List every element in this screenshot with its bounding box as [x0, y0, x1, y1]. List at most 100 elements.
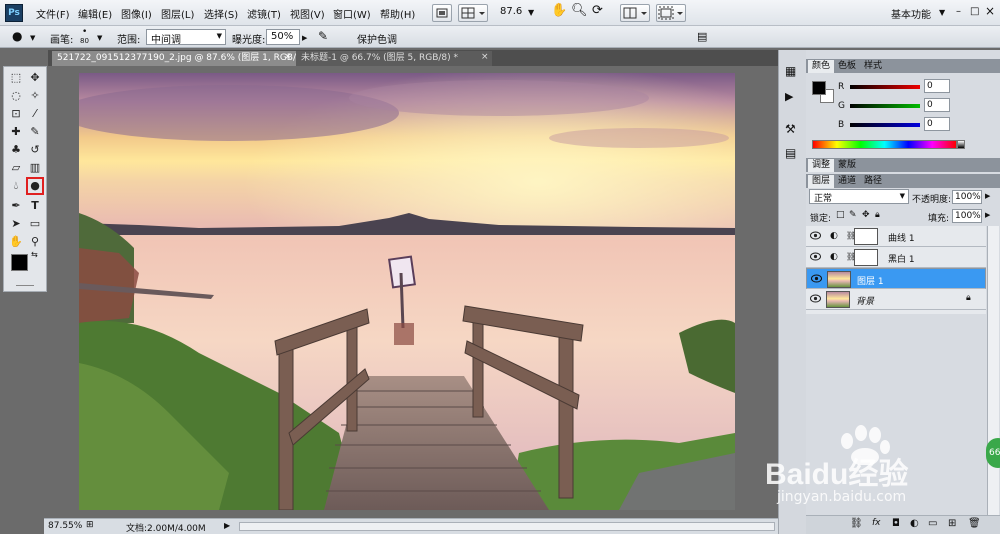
visibility-eye-icon[interactable]: [811, 274, 822, 283]
color-foreground-swatch[interactable]: [812, 81, 826, 95]
menu-help[interactable]: 帮助(H): [380, 6, 415, 21]
menu-edit[interactable]: 编辑(E): [78, 6, 112, 21]
swap-colors-icon[interactable]: ⇆: [31, 250, 38, 259]
minimize-button[interactable]: –: [956, 6, 961, 17]
panel-toggle-icon[interactable]: ▤: [697, 30, 707, 43]
chevron-right-icon[interactable]: ▶: [985, 192, 990, 200]
blur-tool-icon[interactable]: 💧︎: [7, 177, 25, 195]
menu-image[interactable]: 图像(I): [121, 6, 152, 21]
lock-all-icon[interactable]: 🔒︎: [875, 210, 880, 220]
rotate-view-icon[interactable]: ⟳: [592, 3, 603, 18]
tab-layers[interactable]: 图层: [808, 175, 835, 188]
tab-channels[interactable]: 通道: [834, 175, 860, 188]
menu-select[interactable]: 选择(S): [204, 6, 238, 21]
layer-row-layer-1[interactable]: 图层 1: [806, 268, 986, 289]
brush-tool-icon[interactable]: ✎: [26, 123, 44, 141]
link-layers-icon[interactable]: ⛓: [850, 518, 863, 529]
chevron-down-icon[interactable]: ▼: [97, 34, 102, 42]
path-selection-tool-icon[interactable]: ➤: [7, 215, 25, 233]
b-slider[interactable]: [850, 123, 920, 127]
menu-view[interactable]: 视图(V): [290, 6, 325, 21]
gradient-tool-icon[interactable]: ▥: [26, 159, 44, 177]
zoom-tool-icon[interactable]: ⚲: [26, 233, 44, 251]
b-value[interactable]: 0: [924, 117, 950, 131]
bridge-button[interactable]: [432, 4, 452, 22]
tab-adjustments[interactable]: 调整: [808, 159, 835, 172]
zoom-level[interactable]: 87.6: [500, 6, 522, 17]
lock-transparency-icon[interactable]: □: [836, 210, 845, 220]
quick-mask-button[interactable]: [16, 285, 34, 288]
tool-presets-panel-icon[interactable]: ⚒: [785, 122, 796, 136]
tab-close-icon[interactable]: ×: [284, 52, 292, 62]
color-spectrum-ramp[interactable]: [812, 140, 957, 149]
visibility-eye-icon[interactable]: [810, 294, 821, 303]
workspace-switcher[interactable]: 基本功能: [891, 6, 931, 21]
tab-styles[interactable]: 样式: [860, 60, 886, 73]
tab-color[interactable]: 颜色: [808, 60, 835, 73]
document-canvas-image[interactable]: [79, 73, 735, 510]
zoom-tool-icon[interactable]: 🔍︎: [571, 3, 588, 18]
chevron-down-icon[interactable]: ▼: [30, 34, 35, 42]
range-select[interactable]: 中间调 ▼: [146, 29, 226, 46]
shape-tool-icon[interactable]: ▭: [26, 215, 44, 233]
g-slider[interactable]: [850, 104, 920, 108]
lock-position-icon[interactable]: ✥: [862, 210, 870, 220]
close-button[interactable]: ×: [985, 4, 995, 18]
pen-tool-icon[interactable]: ✒: [7, 197, 25, 215]
history-brush-tool-icon[interactable]: ↺: [26, 141, 44, 159]
move-tool-icon[interactable]: ✥: [26, 69, 44, 87]
blend-mode-select[interactable]: 正常 ▼: [809, 189, 909, 204]
horizontal-scrollbar[interactable]: [239, 522, 775, 531]
eraser-tool-icon[interactable]: ▱: [7, 159, 25, 177]
dodge-tool-icon[interactable]: ●: [26, 177, 44, 195]
foreground-color-swatch[interactable]: [11, 254, 28, 271]
tab-paths[interactable]: 路径: [860, 175, 886, 188]
fill-input[interactable]: 100%: [952, 209, 982, 223]
chevron-right-icon[interactable]: ▶: [302, 34, 307, 42]
tab-swatches[interactable]: 色板: [834, 60, 860, 73]
new-adjustment-icon[interactable]: ◐: [910, 518, 919, 529]
brushes-panel-icon[interactable]: ▤: [785, 146, 796, 160]
type-tool-icon[interactable]: T: [26, 197, 44, 215]
menu-filter[interactable]: 滤镜(T): [247, 6, 281, 21]
g-value[interactable]: 0: [924, 98, 950, 112]
crop-tool-icon[interactable]: ⊡: [7, 105, 25, 123]
status-menu-icon[interactable]: ⊞: [86, 520, 94, 530]
menu-window[interactable]: 窗口(W): [333, 6, 371, 21]
tab-untitled-document[interactable]: 未标题-1 @ 66.7% (图层 5, RGB/8) *: [296, 51, 492, 66]
visibility-eye-icon[interactable]: [810, 231, 821, 240]
delete-layer-icon[interactable]: 🗑︎: [968, 518, 981, 529]
eyedropper-tool-icon[interactable]: ⁄: [26, 105, 44, 123]
layer-style-icon[interactable]: fx: [872, 518, 881, 528]
r-slider[interactable]: [850, 85, 920, 89]
marquee-tool-icon[interactable]: ⬚: [7, 69, 25, 87]
brush-preview[interactable]: • 80: [78, 27, 96, 47]
tab-close-icon[interactable]: ×: [481, 52, 489, 62]
r-value[interactable]: 0: [924, 79, 950, 93]
screen-mode-button[interactable]: [656, 4, 686, 22]
lasso-tool-icon[interactable]: ◌: [7, 87, 25, 105]
layers-scrollbar[interactable]: [987, 226, 999, 516]
history-panel-icon[interactable]: ▦: [785, 64, 796, 78]
layer-row-black-white[interactable]: ◐ ⛓ 黑白 1: [806, 247, 986, 268]
restore-button[interactable]: □: [970, 6, 979, 17]
healing-brush-tool-icon[interactable]: ✚: [7, 123, 25, 141]
opacity-input[interactable]: 100%: [952, 190, 982, 204]
layer-row-curves[interactable]: ◐ ⛓ 曲线 1: [806, 226, 986, 247]
add-mask-icon[interactable]: ◘: [892, 518, 900, 529]
magic-wand-tool-icon[interactable]: ✧: [26, 87, 44, 105]
clone-stamp-tool-icon[interactable]: ♣: [7, 141, 25, 159]
tab-active-document[interactable]: 521722_091512377190_2.jpg @ 87.6% (图层 1,…: [52, 51, 320, 66]
chevron-right-icon[interactable]: ▶: [224, 521, 230, 530]
layer-row-background[interactable]: 背景 🔒︎: [806, 289, 986, 310]
tab-masks[interactable]: 蒙版: [834, 159, 860, 172]
chevron-right-icon[interactable]: ▶: [985, 211, 990, 219]
visibility-eye-icon[interactable]: [810, 252, 821, 261]
bw-ramp[interactable]: [957, 140, 965, 149]
new-layer-icon[interactable]: ⊞: [948, 518, 956, 529]
dodge-tool-preset-icon[interactable]: ●: [12, 29, 22, 43]
hand-tool-icon[interactable]: ✋: [7, 233, 25, 251]
menu-layer[interactable]: 图层(L): [161, 6, 194, 21]
airbrush-icon[interactable]: ✎: [318, 29, 328, 43]
new-group-icon[interactable]: ▭: [928, 518, 937, 529]
